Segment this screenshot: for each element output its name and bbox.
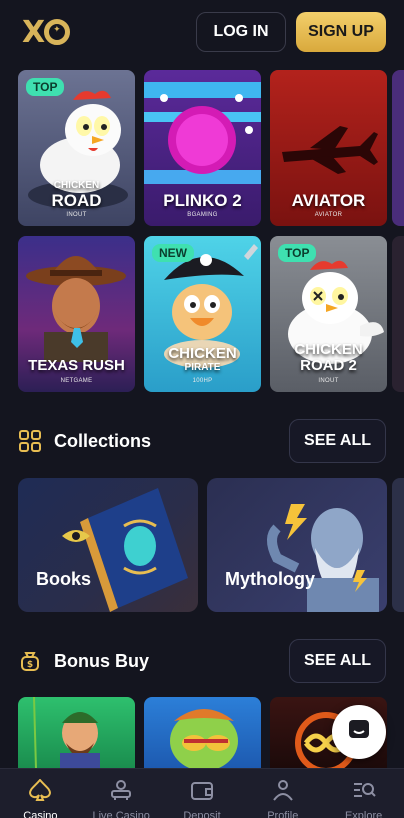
collection-mythology[interactable]: Mythology	[207, 478, 387, 612]
game-provider: INOUT	[318, 378, 339, 384]
game-artwork	[33, 697, 100, 769]
section-title: Bonus Buy	[54, 650, 150, 671]
game-provider: NETGAME	[60, 378, 93, 384]
collection-label: Mythology	[225, 569, 315, 589]
game-provider: AVIATOR	[314, 212, 343, 218]
section-title: Collections	[54, 430, 152, 451]
collection-books[interactable]: Books	[18, 478, 198, 612]
chat-icon	[347, 718, 371, 747]
bonus-game-tile[interactable]	[18, 697, 135, 769]
top-badge: TOP	[26, 78, 65, 96]
game-tile-plinko-2[interactable]: PLINKO 2 BGAMING	[144, 70, 261, 226]
nav-profile[interactable]: Profile	[242, 769, 323, 818]
game-title: TEXAS RUSH	[28, 357, 125, 374]
game-title-top: CHICKEN	[294, 341, 363, 358]
game-artwork	[170, 709, 238, 769]
game-tile-aviator[interactable]: AVIATOR AVIATOR	[270, 70, 387, 226]
book-artwork	[62, 488, 188, 612]
games-row-2: TEXAS RUSH NETGAME NEW CHICKEN PIRATE 10…	[18, 236, 387, 392]
bonus-game-tile[interactable]	[144, 697, 261, 769]
bottom-nav: Casino Live Casino Deposit Profile Explo…	[0, 768, 404, 818]
grid-icon	[18, 429, 42, 453]
money-bag-icon: $	[18, 649, 42, 673]
next-tile-peek	[392, 236, 404, 392]
game-title: ROAD	[51, 191, 102, 210]
game-title: PIRATE	[184, 362, 221, 373]
signup-button[interactable]: SIGN UP	[296, 12, 386, 52]
next-tile-peek	[392, 70, 404, 226]
nav-label: Profile	[267, 810, 299, 818]
nav-casino[interactable]: Casino	[0, 769, 81, 818]
zeus-artwork	[267, 504, 379, 612]
svg-text:$: $	[27, 660, 33, 670]
see-all-button[interactable]: SEE ALL	[289, 639, 386, 683]
wallet-icon	[190, 779, 214, 806]
nav-label: Deposit	[183, 810, 221, 818]
game-provider: INOUT	[66, 212, 87, 218]
game-title: PLINKO 2	[163, 191, 242, 210]
game-tile-chicken-pirate[interactable]: NEW CHICKEN PIRATE 100HP	[144, 236, 261, 392]
game-title: ROAD 2	[300, 357, 357, 374]
nav-deposit[interactable]: Deposit	[162, 769, 243, 818]
game-tile-texas-rush[interactable]: TEXAS RUSH NETGAME	[18, 236, 135, 392]
new-badge: NEW	[152, 244, 194, 262]
next-collection-peek	[392, 478, 404, 612]
game-tile-chicken-road[interactable]: TOP CHICKEN ROAD INOUT	[18, 70, 135, 226]
chat-button[interactable]	[332, 705, 386, 759]
nav-label: Live Casino	[92, 810, 150, 818]
game-title: AVIATOR	[291, 191, 366, 210]
login-button[interactable]: LOG IN	[196, 12, 286, 52]
game-provider: 100HP	[192, 378, 213, 384]
collections-row: Books Mythology	[18, 478, 387, 612]
nav-live-casino[interactable]: Live Casino	[81, 769, 162, 818]
collections-header: Collections SEE ALL	[18, 419, 386, 463]
collection-label: Books	[36, 569, 92, 589]
top-badge: TOP	[278, 244, 317, 262]
games-row-1: TOP CHICKEN ROAD INOUT PLINKO 2 BGAMING …	[18, 70, 387, 226]
user-icon	[271, 779, 295, 806]
see-all-button[interactable]: SEE ALL	[289, 419, 386, 463]
dealer-icon	[109, 779, 133, 806]
game-title-top: CHICKEN	[168, 345, 237, 362]
nav-label: Casino	[23, 810, 58, 818]
nav-explore[interactable]: Explore	[323, 769, 404, 818]
top-header: X LOG IN SIGN UP	[0, 0, 404, 64]
game-provider: BGAMING	[187, 212, 218, 218]
game-tile-chicken-road-2[interactable]: TOP CHICKEN ROAD 2 INOUT	[270, 236, 387, 392]
brand-logo[interactable]: X	[22, 15, 71, 50]
nav-label: Explore	[344, 810, 383, 818]
spade-icon	[28, 778, 52, 806]
bonus-buy-header: $ Bonus Buy SEE ALL	[18, 639, 386, 683]
game-title-top: CHICKEN	[53, 180, 100, 191]
search-icon	[352, 779, 376, 806]
